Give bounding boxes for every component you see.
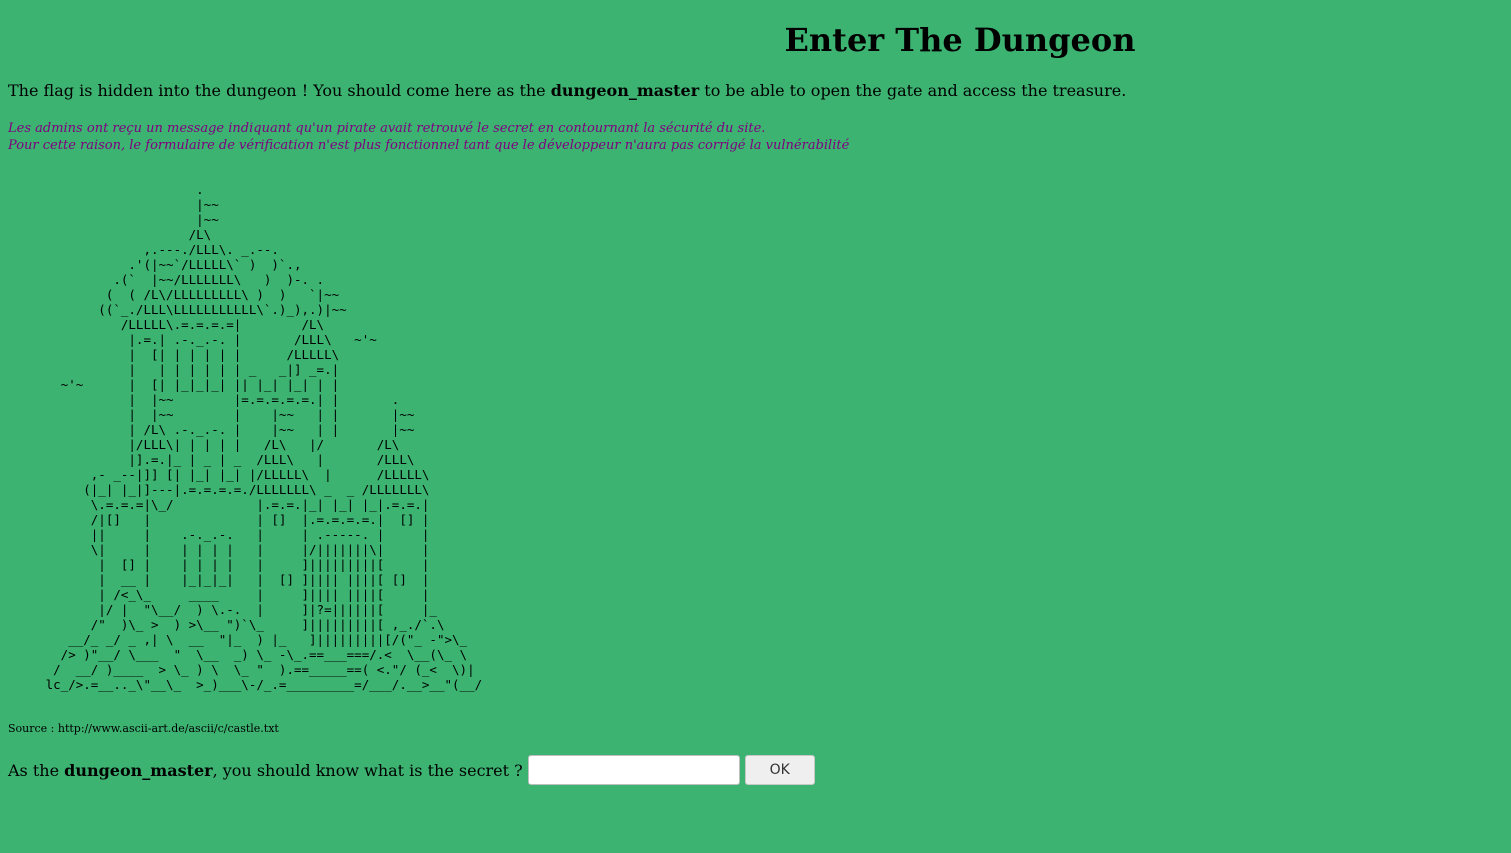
secret-input[interactable]	[527, 755, 740, 785]
ok-button[interactable]: OK	[744, 755, 815, 785]
intro-text: The flag is hidden into the dungeon ! Yo…	[8, 79, 1126, 103]
secret-prompt-start: As the	[8, 760, 65, 780]
page-title: Enter The Dungeon	[784, 21, 1136, 59]
intro-text-start: The flag is hidden into the dungeon ! Yo…	[8, 81, 551, 100]
security-notice-line-1: Les admins ont reçu un message indiquant…	[8, 121, 766, 136]
secret-form: As the dungeon_master, you should know w…	[8, 755, 815, 785]
secret-prompt-username: dungeon_master	[64, 760, 213, 780]
security-notice: Les admins ont reçu un message indiquant…	[8, 120, 849, 154]
intro-text-end: to be able to open the gate and access t…	[699, 81, 1127, 100]
ascii-source-credit: Source : http://www.ascii-art.de/ascii/c…	[8, 722, 279, 735]
castle-ascii-art: . |~~ |~~ /L\ ,.---./LLL\. _.--. .'(|~~`…	[45, 182, 483, 692]
secret-prompt-end: , you should know what is the secret ?	[212, 760, 523, 780]
secret-prompt: As the dungeon_master, you should know w…	[8, 761, 523, 780]
intro-username: dungeon_master	[550, 81, 700, 100]
security-notice-line-2: Pour cette raison, le formulaire de véri…	[8, 138, 850, 153]
